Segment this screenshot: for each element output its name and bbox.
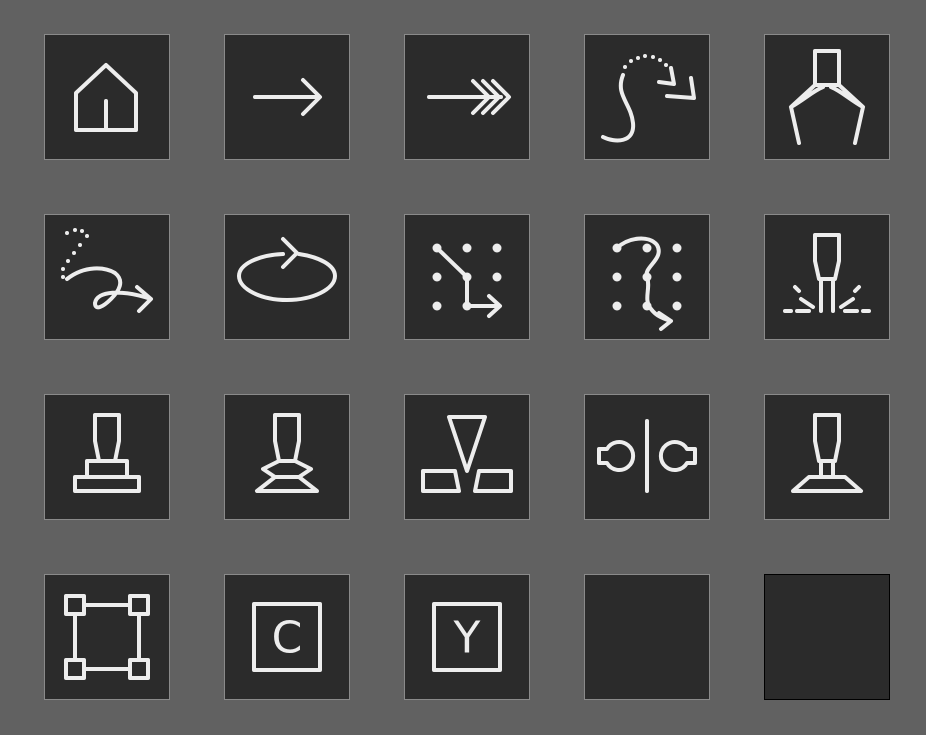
- tool-pinch-icon: [255, 413, 319, 493]
- letter-c-box-icon: C: [252, 602, 322, 672]
- tool-on-stand-icon: [73, 413, 141, 493]
- freeform-path-arrow-icon: [61, 228, 153, 313]
- rotate-ellipse-icon: [237, 237, 337, 302]
- letter-y-label: Y: [453, 613, 481, 664]
- home-icon: [74, 63, 138, 132]
- tile-tool-pinch[interactable]: [224, 394, 350, 520]
- tile-double-arrow-right[interactable]: [404, 34, 530, 160]
- bounding-box-icon: [64, 594, 150, 680]
- tile-letter-c[interactable]: C: [224, 574, 350, 700]
- tile-curved-path-return[interactable]: [584, 34, 710, 160]
- tile-letter-y[interactable]: Y: [404, 574, 530, 700]
- gripper-icon: [789, 49, 865, 145]
- letter-c-label: C: [272, 613, 303, 664]
- tile-grid-path-arrow[interactable]: [404, 214, 530, 340]
- tile-grid-curved-path[interactable]: [584, 214, 710, 340]
- tile-empty-selected[interactable]: [764, 574, 890, 700]
- letter-y-box-icon: Y: [432, 602, 502, 672]
- grid-curved-path-icon: [612, 236, 682, 331]
- tile-gripper[interactable]: [764, 34, 890, 160]
- mirror-symmetry-icon: [597, 419, 697, 493]
- tile-rotate-ellipse[interactable]: [224, 214, 350, 340]
- tool-triangle-blocks-icon: [421, 415, 513, 493]
- tile-home[interactable]: [44, 34, 170, 160]
- double-arrow-right-icon: [427, 79, 511, 115]
- spray-nozzle-icon: [783, 233, 871, 313]
- tile-tool-on-platform[interactable]: [764, 394, 890, 520]
- tile-empty[interactable]: [584, 574, 710, 700]
- tile-bounding-box[interactable]: [44, 574, 170, 700]
- icon-palette-grid: C Y: [44, 34, 890, 700]
- tile-freeform-path-arrow[interactable]: [44, 214, 170, 340]
- tile-spray-nozzle[interactable]: [764, 214, 890, 340]
- tile-arrow-right[interactable]: [224, 34, 350, 160]
- tile-tool-on-stand[interactable]: [44, 394, 170, 520]
- tool-on-platform-icon: [791, 413, 863, 493]
- grid-path-arrow-icon: [432, 243, 502, 318]
- curved-path-return-icon: [601, 54, 696, 143]
- tile-tool-triangle-blocks[interactable]: [404, 394, 530, 520]
- arrow-right-icon: [253, 78, 322, 116]
- tile-mirror-symmetry[interactable]: [584, 394, 710, 520]
